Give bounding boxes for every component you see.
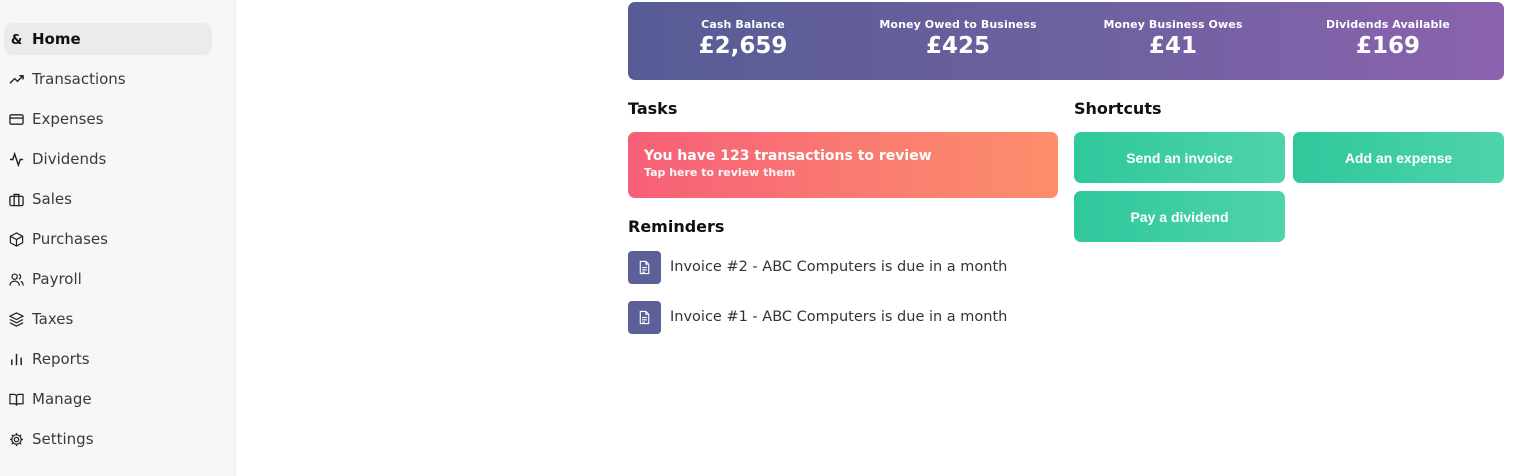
stat-label: Money Business Owes [1103, 18, 1243, 31]
sidebar-item-label: Settings [32, 430, 94, 448]
shortcuts-heading: Shortcuts [1074, 99, 1162, 118]
gear-icon [8, 431, 24, 447]
task-card-title: You have 123 transactions to review [644, 148, 932, 164]
stat-label: Money Owed to Business [879, 18, 1037, 31]
sidebar-item-label: Payroll [32, 270, 82, 288]
sidebar-item-manage[interactable]: Manage [4, 383, 212, 415]
pay-dividend-button[interactable]: Pay a dividend [1074, 191, 1285, 242]
review-transactions-card[interactable]: You have 123 transactions to review Tap … [628, 132, 1058, 198]
ampersand-icon: & [8, 31, 24, 47]
stat-value: £425 [925, 33, 990, 59]
summary-banner: Cash Balance £2,659 Money Owed to Busine… [628, 2, 1504, 80]
users-icon [8, 271, 24, 287]
stat-value: £41 [1148, 33, 1197, 59]
reminder-item[interactable]: Invoice #2 - ABC Computers is due in a m… [628, 250, 1007, 284]
box-icon [8, 231, 24, 247]
stat-money-business-owes: Money Business Owes £41 [1073, 18, 1273, 59]
credit-card-icon [8, 111, 24, 127]
reminders-heading: Reminders [628, 217, 725, 236]
briefcase-icon [8, 191, 24, 207]
sidebar-item-label: Dividends [32, 150, 107, 168]
add-expense-button[interactable]: Add an expense [1293, 132, 1504, 183]
sidebar-item-purchases[interactable]: Purchases [4, 223, 212, 255]
sidebar-item-expenses[interactable]: Expenses [4, 103, 212, 135]
reminder-text: Invoice #2 - ABC Computers is due in a m… [670, 259, 1008, 275]
stat-dividends-available: Dividends Available £169 [1288, 18, 1488, 59]
svg-text:&: & [10, 33, 21, 47]
sidebar-item-label: Taxes [32, 310, 74, 328]
tasks-heading: Tasks [628, 99, 678, 118]
reminder-item[interactable]: Invoice #1 - ABC Computers is due in a m… [628, 300, 1007, 334]
activity-icon [8, 151, 24, 167]
sidebar-item-label: Reports [32, 350, 90, 368]
sidebar-item-label: Home [32, 30, 81, 48]
sidebar: & Home Transactions Expenses Dividends S… [0, 0, 236, 476]
layers-icon [8, 311, 24, 327]
stat-value: £2,659 [698, 33, 788, 59]
sidebar-item-settings[interactable]: Settings [4, 423, 212, 455]
stat-label: Cash Balance [701, 18, 785, 31]
sidebar-item-home[interactable]: & Home [4, 23, 212, 55]
sidebar-item-payroll[interactable]: Payroll [4, 263, 212, 295]
sidebar-item-transactions[interactable]: Transactions [4, 63, 212, 95]
sidebar-item-label: Expenses [32, 110, 104, 128]
stat-cash-balance: Cash Balance £2,659 [643, 18, 843, 59]
stat-money-owed-to-business: Money Owed to Business £425 [858, 18, 1058, 59]
sidebar-item-label: Manage [32, 390, 92, 408]
sidebar-item-dividends[interactable]: Dividends [4, 143, 212, 175]
book-open-icon [8, 391, 24, 407]
trending-up-icon [8, 71, 24, 87]
sidebar-item-label: Transactions [32, 70, 126, 88]
reminder-text: Invoice #1 - ABC Computers is due in a m… [670, 309, 1008, 325]
sidebar-item-reports[interactable]: Reports [4, 343, 212, 375]
document-icon [628, 250, 661, 284]
sidebar-item-label: Sales [32, 190, 72, 208]
task-card-subtitle: Tap here to review them [644, 166, 796, 179]
sidebar-item-sales[interactable]: Sales [4, 183, 212, 215]
stat-label: Dividends Available [1326, 18, 1450, 31]
sidebar-item-label: Purchases [32, 230, 108, 248]
stat-value: £169 [1355, 33, 1420, 59]
sidebar-item-taxes[interactable]: Taxes [4, 303, 212, 335]
bar-chart-icon [8, 351, 24, 367]
document-icon [628, 300, 661, 334]
send-invoice-button[interactable]: Send an invoice [1074, 132, 1285, 183]
